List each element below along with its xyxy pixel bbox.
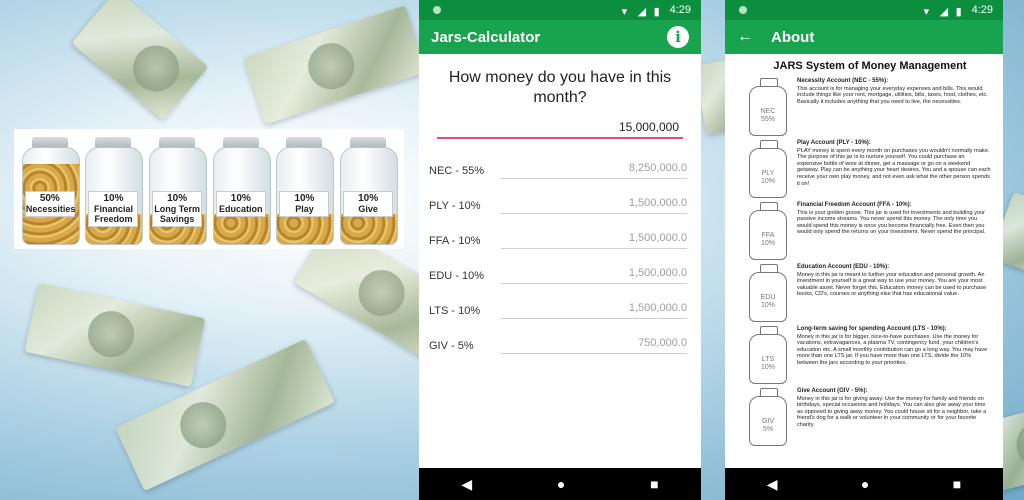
jar-outline-icon: NEC 55% [749,78,787,136]
nav-home-icon[interactable]: ● [557,476,565,492]
allocation-row-nec: NEC - 55% 8,250,000.0 [419,153,701,188]
notification-dot-icon [433,6,441,14]
entry-text: Money in this jar is for giving away. Us… [797,395,987,428]
wifi-icon: ▾ [923,6,930,18]
allocation-value[interactable]: 1,500,000.0 [501,232,687,249]
income-question: How money do you have in this month? [448,69,672,106]
allocation-label: EDU - 10% [429,269,485,282]
allocation-label: PLY - 10% [429,199,481,212]
allocation-label: FFA - 10% [429,234,481,247]
entry-title: Education Account (EDU - 10%): [797,264,890,270]
jar-entry-giv: GIV 5% Give Account (GIV - 5%): Money in t… [749,388,991,450]
notification-dot-icon [739,6,747,14]
jar-image: 10% Play [276,137,335,245]
jars-banner: 50% Necessities 10% Financial Freedom 10% L… [14,129,404,249]
calculator-screen: ▾ ◢ ▮ 4:29 Jars-Calculator i How money d… [419,0,701,500]
app-title: Jars-Calculator [431,28,541,46]
wifi-icon: ▾ [621,6,628,18]
allocation-list: NEC - 55% 8,250,000.0 PLY - 10% 1,500,00… [419,153,701,363]
jar-outline-icon: FFA 10% [749,202,787,260]
jar-outline-icon: PLY 10% [749,140,787,198]
allocation-value[interactable]: 8,250,000.0 [501,162,687,179]
jar-entry-ffa: FFA 10% Financial Freedom Account (FFA - … [749,202,991,264]
income-input[interactable]: 15,000,000 [437,120,683,139]
nav-back-icon[interactable]: ◀ [767,476,778,493]
allocation-label: GIV - 5% [429,339,474,352]
entry-title: Necessity Account (NEC - 55%): [797,78,889,84]
app-bar: ← About [725,20,1003,54]
entry-text: Money in this jar is for bigger, nice-to… [797,333,988,366]
info-icon[interactable]: i [667,26,689,48]
status-time: 4:29 [669,4,691,16]
allocation-row-giv: GIV - 5% 750,000.0 [419,328,701,363]
allocation-row-ffa: FFA - 10% 1,500,000.0 [419,223,701,258]
screen-title: About [771,28,815,46]
jar-image: 10% Give [340,137,399,245]
allocation-row-edu: EDU - 10% 1,500,000.0 [419,258,701,293]
entry-text: This account is for managing your everyd… [797,85,988,105]
jar-image: 50% Necessities [21,137,80,245]
about-screen: ▾ ◢ ▮ 4:29 ← About JARS System of Money … [725,0,1003,500]
entry-title: Give Account (GIV - 5%): [797,388,868,394]
jar-outline-icon: GIV 5% [749,388,787,446]
allocation-label: NEC - 55% [429,164,485,177]
jar-image: 10% Financial Freedom [85,137,144,245]
nav-back-icon[interactable]: ◀ [461,476,472,493]
status-time: 4:29 [971,4,993,16]
status-bar: ▾ ◢ ▮ 4:29 [419,0,701,20]
allocation-value[interactable]: 1,500,000.0 [501,302,687,319]
system-nav-bar: ◀ ● ■ [419,468,701,500]
jar-entry-nec: NEC 55% Necessity Account (NEC - 55%): Thi… [749,78,991,140]
battery-icon: ▮ [653,6,660,18]
jar-entry-edu: EDU 10% Education Account (EDU - 10%): Mon… [749,264,991,326]
jar-image: 10% Long Term Savings [149,137,208,245]
allocation-value[interactable]: 1,500,000.0 [501,267,687,284]
jar-image: 10% Education [212,137,271,245]
signal-icon: ◢ [939,6,949,18]
allocation-value[interactable]: 1,500,000.0 [501,197,687,214]
jar-entry-lts: LTS 10% Long-term saving for spending Acc… [749,326,991,388]
system-nav-bar: ◀ ● ■ [725,468,1003,500]
nav-home-icon[interactable]: ● [861,476,869,492]
app-bar: Jars-Calculator i [419,20,701,54]
about-content: JARS System of Money Management NEC 55% N… [725,54,1003,450]
entry-title: Play Account (PLY - 10%): [797,140,871,146]
arrow-back-icon[interactable]: ← [737,28,753,46]
battery-icon: ▮ [955,6,962,18]
entry-title: Long-term saving for spending Account (L… [797,326,947,332]
entry-title: Financial Freedom Account (FFA - 10%): [797,202,912,208]
jar-outline-icon: EDU 10% [749,264,787,322]
nav-recent-icon[interactable]: ■ [650,476,658,492]
allocation-value[interactable]: 750,000.0 [501,337,687,354]
signal-icon: ◢ [637,6,647,18]
allocation-row-lts: LTS - 10% 1,500,000.0 [419,293,701,328]
allocation-label: LTS - 10% [429,304,481,317]
about-heading: JARS System of Money Management [773,60,967,72]
jar-entry-ply: PLY 10% Play Account (PLY - 10%): PLAY mon… [749,140,991,202]
entry-text: PLAY money is spent every month on purch… [797,147,991,187]
entry-text: Money in this jar is meant to further yo… [797,271,987,298]
status-bar: ▾ ◢ ▮ 4:29 [725,0,1003,20]
nav-recent-icon[interactable]: ■ [953,476,961,492]
entry-text: This is your golden goose. This jar is u… [797,209,986,236]
jar-outline-icon: LTS 10% [749,326,787,384]
allocation-row-ply: PLY - 10% 1,500,000.0 [419,188,701,223]
